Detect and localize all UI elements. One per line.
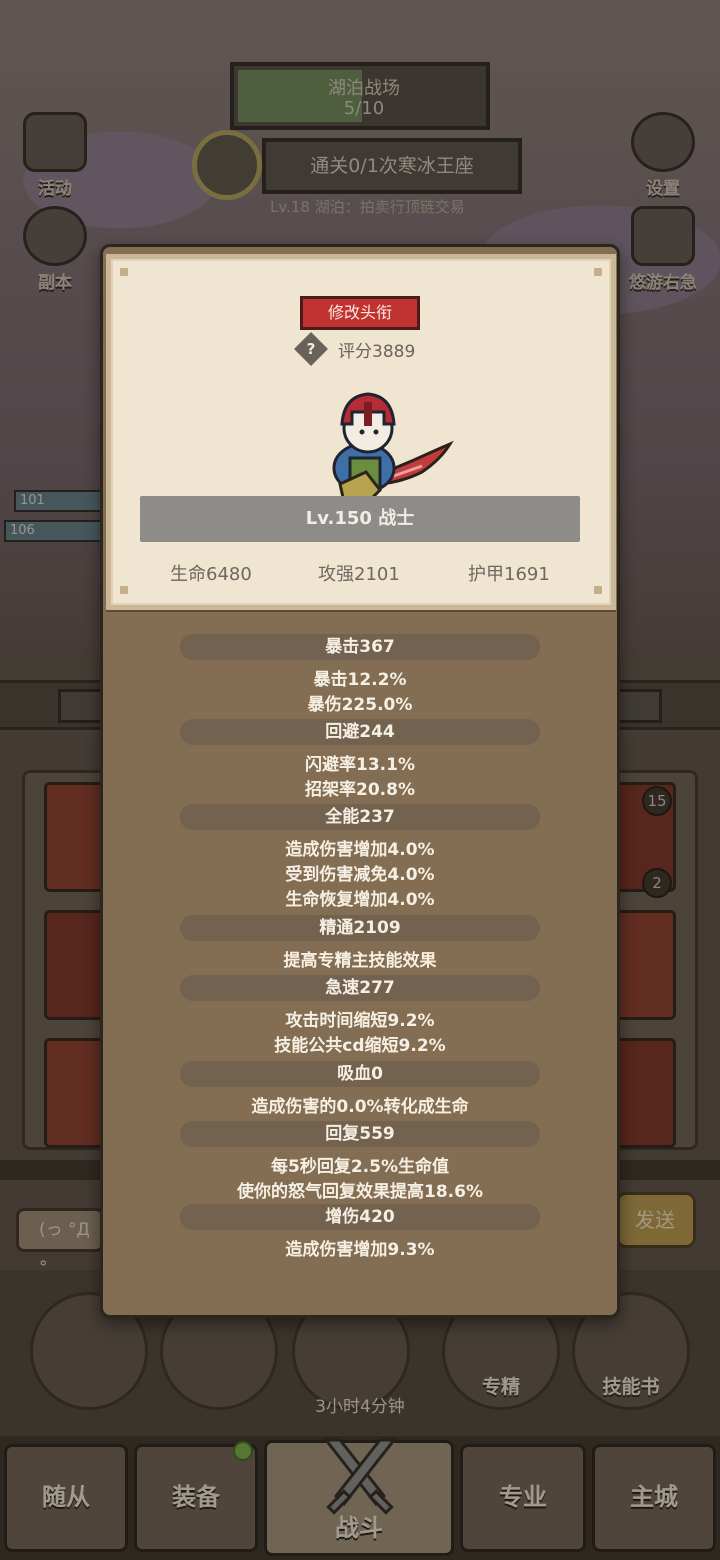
section-header-recovery: 回复559 — [180, 1119, 540, 1149]
section-header-versatility: 全能237 — [180, 802, 540, 832]
section-line: 造成伤害增加4.0% — [285, 840, 435, 860]
section-line: 造成伤害增加9.3% — [285, 1240, 435, 1260]
section-line: 使你的怒气回复效果提高18.6% — [237, 1182, 483, 1202]
section-header-damage: 增伤420 — [180, 1202, 540, 1232]
section-line: 提高专精主技能效果 — [283, 951, 437, 971]
section-header-crit: 暴击367 — [180, 632, 540, 662]
section-line: 攻击时间缩短9.2% — [285, 1011, 435, 1031]
section-header-avoidance: 回避244 — [180, 717, 540, 747]
section-header-mastery: 精通2109 — [180, 913, 540, 943]
section-header-lifesteal: 吸血0 — [180, 1059, 540, 1089]
section-line: 受到伤害减免4.0% — [285, 865, 435, 885]
section-header-haste: 急速277 — [180, 973, 540, 1003]
section-line: 每5秒回复2.5%生命值 — [271, 1157, 449, 1177]
section-line: 造成伤害的0.0%转化成生命 — [251, 1097, 469, 1117]
attribute-list: 暴击367 暴击12.2% 暴伤225.0% 回避244 闪避率13.1% 招架… — [0, 0, 720, 1560]
section-line: 暴击12.2% — [313, 670, 407, 690]
section-line: 技能公共cd缩短9.2% — [274, 1036, 446, 1056]
section-line: 暴伤225.0% — [307, 695, 413, 715]
section-line: 生命恢复增加4.0% — [285, 890, 435, 910]
section-line: 闪避率13.1% — [305, 755, 415, 775]
section-line: 招架率20.8% — [305, 780, 415, 800]
